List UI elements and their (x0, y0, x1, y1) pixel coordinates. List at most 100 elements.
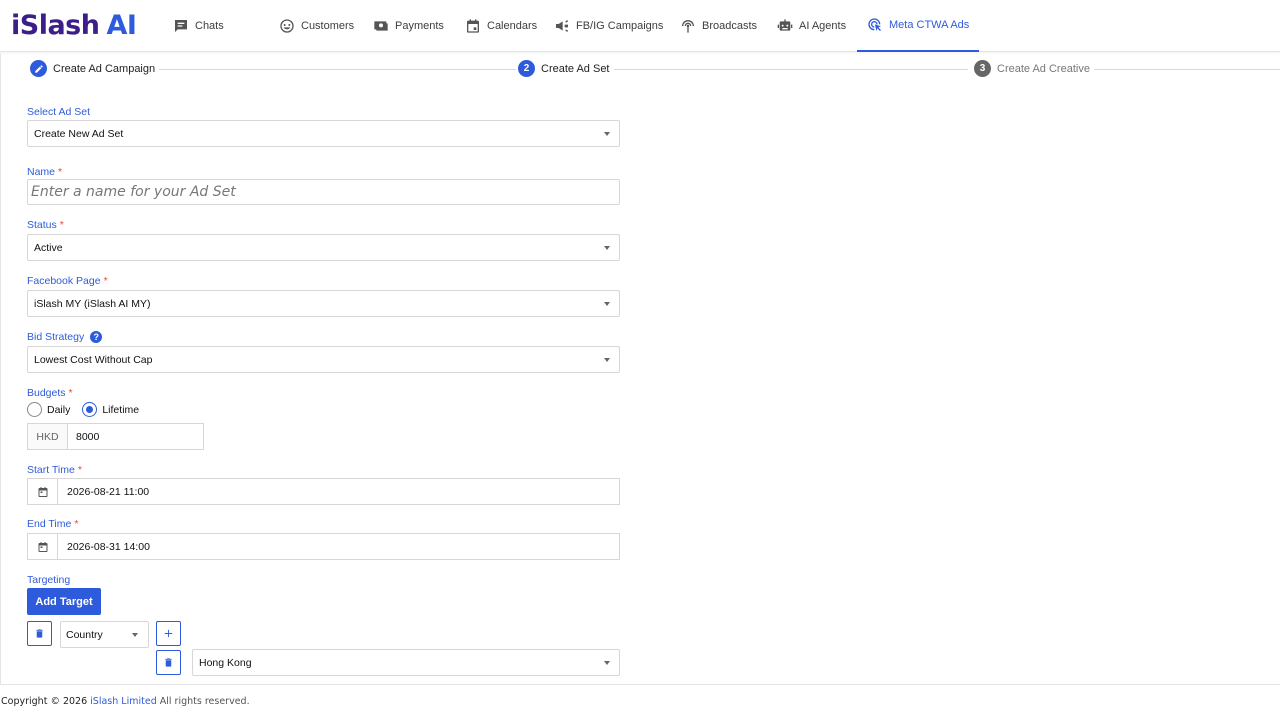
footer-rights: All rights reserved. (159, 696, 250, 707)
bid-strategy-dropdown[interactable]: Lowest Cost Without Cap (27, 346, 620, 373)
footer-divider (0, 684, 1280, 685)
add-target-button[interactable]: Add Target (27, 588, 101, 615)
select-ad-set-label-text: Select Ad Set (27, 106, 91, 118)
logo[interactable]: iSlash AI (11, 10, 137, 42)
radio-lifetime-label: Lifetime (102, 403, 140, 416)
stepper-connector (610, 69, 968, 70)
plus-icon (164, 629, 173, 638)
country-dropdown[interactable]: Hong Kong (192, 649, 620, 676)
top-navigation-bar: iSlash AI Chats Customers Payments Calend… (0, 0, 1280, 52)
step-label: Create Ad Set (541, 62, 610, 75)
trash-icon (165, 658, 172, 667)
nav-broadcasts-label: Broadcasts (702, 20, 758, 32)
end-time-label: End Time * (27, 518, 78, 530)
nav-calendars[interactable]: Calendars (465, 0, 537, 52)
money-icon (374, 21, 388, 31)
broadcast-icon (682, 20, 694, 33)
edit-pencil-icon (30, 60, 47, 77)
targeting-label: Targeting (27, 574, 70, 586)
step-label: Create Ad Campaign (53, 62, 156, 75)
status-dropdown[interactable]: Active (27, 234, 620, 261)
bid-strategy-value: Lowest Cost Without Cap (34, 353, 153, 366)
country-value: Hong Kong (199, 656, 252, 669)
budget-amount-field[interactable]: HKD 8000 (27, 423, 204, 450)
required-asterisk: * (59, 219, 64, 231)
logo-brand-text: iSlash (11, 10, 100, 41)
bid-strategy-label: Bid Strategy? (27, 331, 103, 344)
step-label: Create Ad Creative (997, 62, 1090, 75)
end-time-label-text: End Time (27, 518, 72, 530)
end-time-input[interactable]: 2026-08-31 14:00 (27, 533, 620, 560)
content-left-border (0, 53, 1, 684)
add-target-value-button[interactable] (156, 621, 181, 646)
chat-icon (175, 20, 187, 32)
start-time-input[interactable]: 2026-08-21 11:00 (27, 478, 620, 505)
nav-ai-agents-label: AI Agents (799, 20, 847, 32)
chevron-down-icon (604, 246, 610, 250)
radio-daily-label: Daily (47, 403, 71, 416)
robot-icon (777, 19, 793, 31)
step-create-ad-campaign[interactable]: Create Ad Campaign (30, 60, 160, 77)
nav-customers-label: Customers (301, 20, 355, 32)
end-time-value: 2026-08-31 14:00 (67, 540, 150, 553)
stepper-connector (1088, 69, 1280, 70)
nav-fbig-campaigns[interactable]: FB/IG Campaigns (554, 0, 663, 52)
radio-lifetime[interactable] (82, 402, 98, 417)
status-label-text: Status (27, 219, 57, 231)
start-time-label: Start Time * (27, 464, 82, 476)
trash-icon (36, 629, 43, 638)
nav-broadcasts[interactable]: Broadcasts (680, 0, 757, 52)
footer-company-link[interactable]: iSlash Limited (90, 696, 157, 707)
megaphone-icon (556, 20, 568, 32)
facebook-page-label-text: Facebook Page (27, 275, 101, 287)
select-ad-set-dropdown[interactable]: Create New Ad Set (27, 120, 620, 147)
nav-fbig-campaigns-label: FB/IG Campaigns (576, 20, 664, 32)
smile-icon (280, 19, 294, 33)
name-label: Name * (27, 166, 62, 178)
step-create-ad-set[interactable]: 2 Create Ad Set (518, 60, 614, 77)
facebook-page-dropdown[interactable]: iSlash MY (iSlash AI MY) (27, 290, 620, 317)
select-ad-set-value: Create New Ad Set (34, 127, 124, 140)
start-time-label-text: Start Time (27, 464, 75, 476)
delete-country-button[interactable] (156, 650, 181, 675)
bid-strategy-label-text: Bid Strategy (27, 331, 85, 343)
nav-customers[interactable]: Customers (279, 0, 354, 52)
radio-daily[interactable] (27, 402, 42, 417)
target-type-dropdown[interactable]: Country (60, 621, 149, 648)
nav-chats[interactable]: Chats (173, 0, 224, 52)
chevron-down-icon (604, 661, 610, 665)
ads-click-icon (868, 18, 881, 31)
wizard-stepper: Create Ad Campaign 2 Create Ad Set 3 Cre… (20, 58, 1280, 82)
status-label: Status * (27, 219, 64, 231)
target-type-value: Country (66, 628, 103, 641)
footer-copyright: Copyright © 2026 (1, 696, 88, 707)
delete-target-button[interactable] (27, 621, 52, 646)
budgets-label: Budgets * (27, 387, 73, 399)
name-label-text: Name (27, 166, 56, 178)
nav-meta-ctwa-ads[interactable]: Meta CTWA Ads (857, 0, 980, 52)
nav-ai-agents[interactable]: AI Agents (777, 0, 846, 52)
nav-payments[interactable]: Payments (373, 0, 444, 52)
footer: Copyright © 2026 iSlash Limited All righ… (1, 696, 250, 707)
chevron-down-icon (604, 302, 610, 306)
help-icon[interactable]: ? (90, 331, 103, 344)
required-asterisk: * (68, 387, 73, 399)
step-number: 3 (974, 60, 991, 77)
status-value: Active (34, 241, 63, 254)
chevron-down-icon (604, 358, 610, 362)
start-time-value: 2026-08-21 11:00 (67, 485, 150, 498)
logo-ai-text: AI (106, 10, 137, 41)
calendar-icon (467, 19, 479, 33)
targeting-label-text: Targeting (27, 574, 71, 586)
required-asterisk: * (74, 518, 79, 530)
required-asterisk: * (103, 275, 108, 287)
nav-payments-label: Payments (395, 20, 444, 32)
step-create-ad-creative[interactable]: 3 Create Ad Creative (974, 60, 1094, 77)
nav-chats-label: Chats (195, 20, 224, 32)
stepper-connector (151, 69, 516, 70)
step-number: 2 (518, 60, 535, 77)
select-ad-set-label: Select Ad Set (27, 106, 90, 118)
nav-calendars-label: Calendars (487, 20, 538, 32)
ad-set-name-input[interactable]: Enter a name for your Ad Set (27, 179, 620, 205)
chevron-down-icon (132, 633, 138, 637)
